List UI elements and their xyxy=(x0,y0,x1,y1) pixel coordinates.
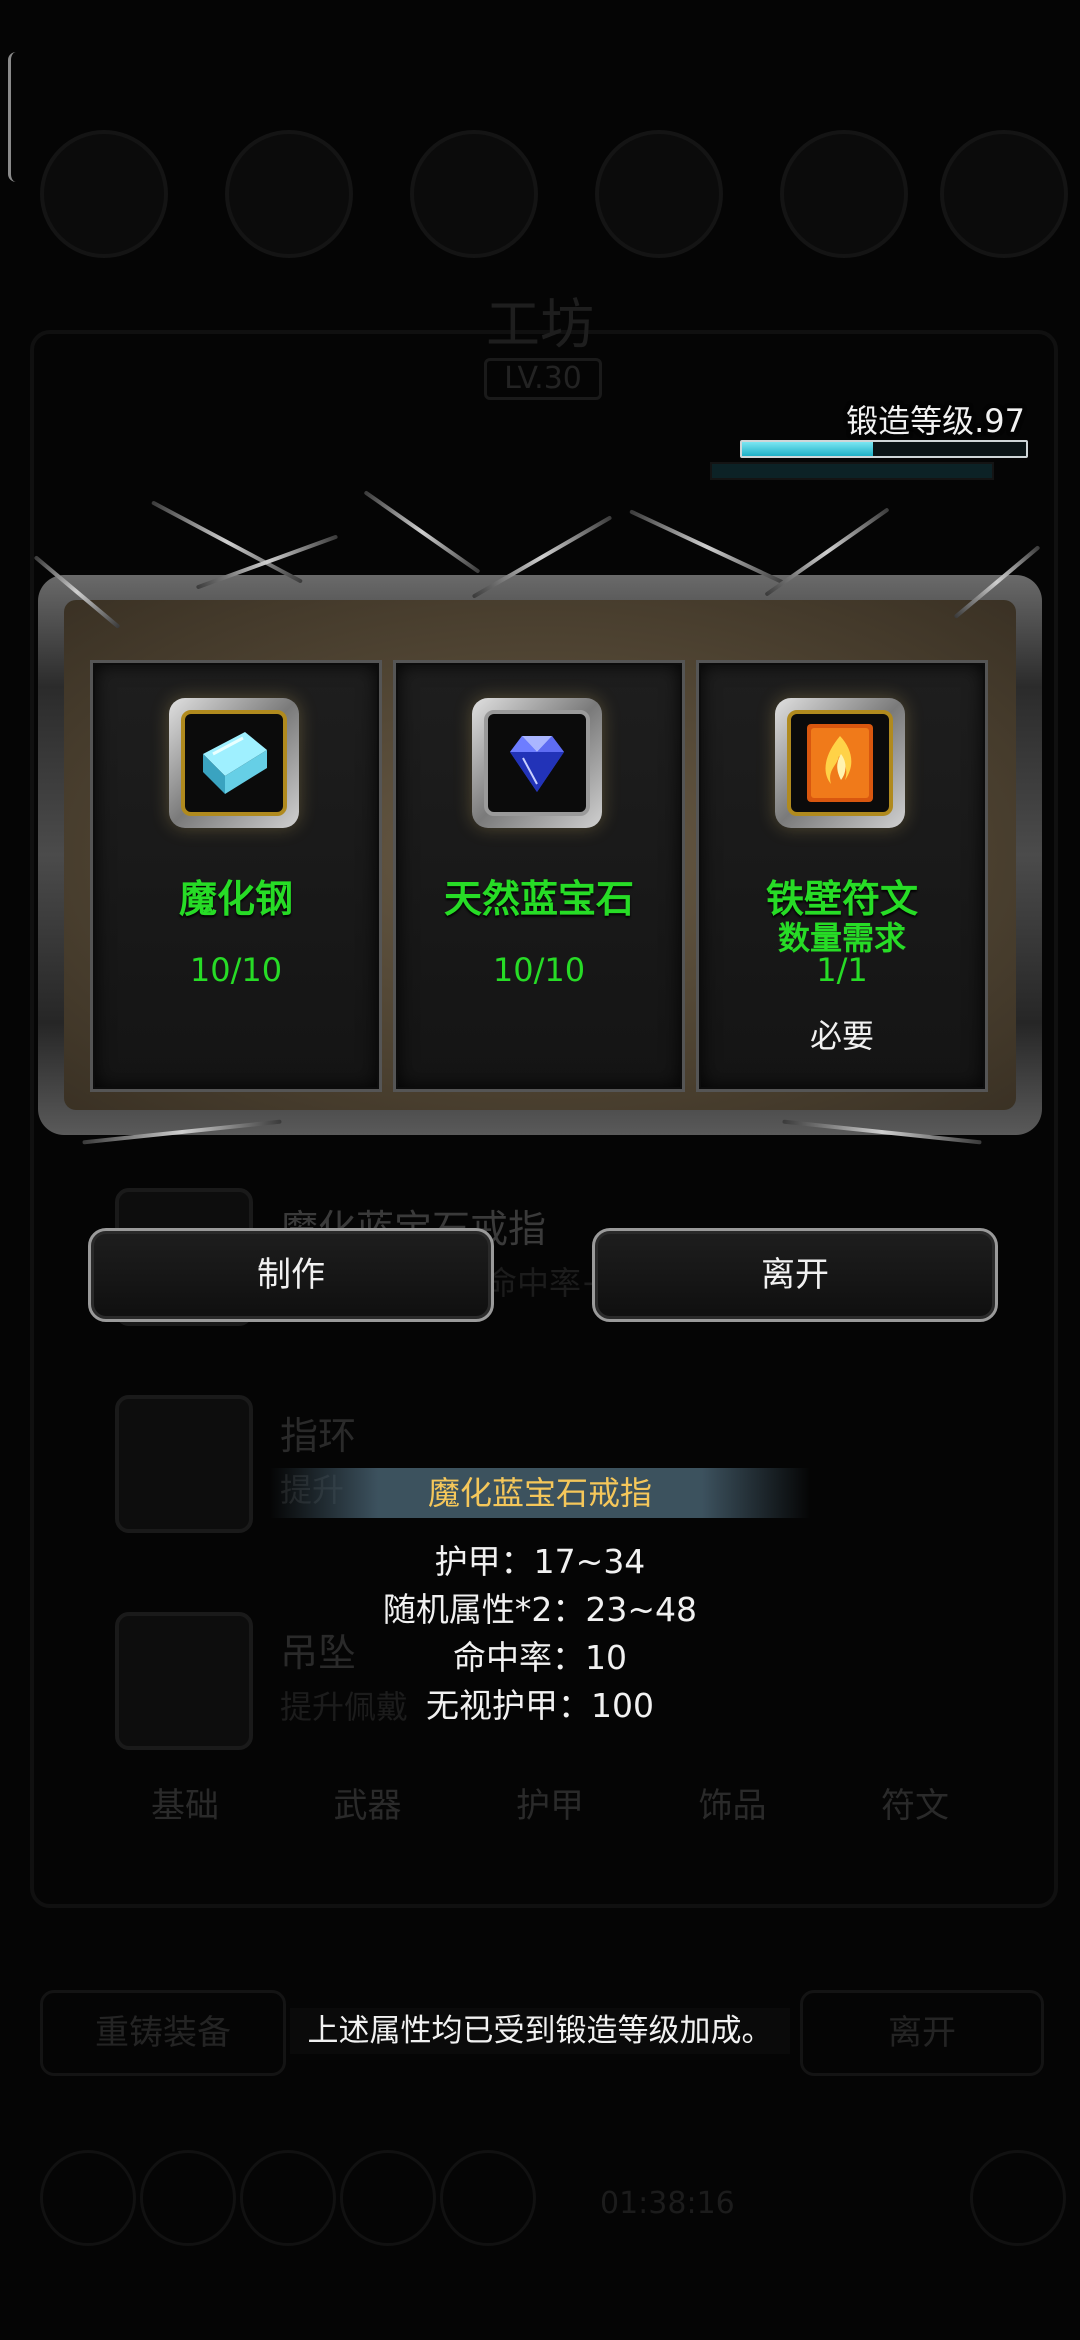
material-icon-frame xyxy=(472,698,602,828)
material-card[interactable]: 天然蓝宝石 10/10 xyxy=(393,660,685,1092)
material-name: 天然蓝宝石 xyxy=(443,877,634,921)
craft-button[interactable]: 制作 xyxy=(88,1228,494,1322)
background-title: 工坊 xyxy=(486,293,594,356)
background-timer: 01:38:16 xyxy=(600,2186,735,2221)
bg-circle-icon xyxy=(240,2150,336,2246)
material-count: 1/1 xyxy=(816,951,868,989)
material-icon-frame xyxy=(775,698,905,828)
forge-level-bar xyxy=(740,440,1028,458)
bg-tab-icon xyxy=(595,130,723,258)
tab-armor: 护甲 xyxy=(516,1786,584,1826)
leave-button[interactable]: 离开 xyxy=(592,1228,998,1322)
screen-edge-indicator xyxy=(8,52,19,182)
bg-circle-icon xyxy=(970,2150,1066,2246)
bg-tab-icon xyxy=(940,130,1068,258)
bg-tab-icon xyxy=(40,130,168,258)
craft-button-label: 制作 xyxy=(257,1255,325,1295)
forge-level-label: 锻造等级.97 xyxy=(846,402,1025,440)
tab-accessory: 饰品 xyxy=(698,1786,767,1826)
bg-circle-icon xyxy=(440,2150,536,2246)
material-card[interactable]: 铁壁符文 数量需求 1/1 必要 xyxy=(696,660,988,1092)
material-icon-frame xyxy=(169,698,299,828)
bg-tab-icon xyxy=(225,130,353,258)
steel-ingot-icon xyxy=(181,710,287,816)
fire-rune-icon xyxy=(787,710,893,816)
material-panel: 魔化钢 10/10 天然蓝宝石 10/10 铁壁符文 数量需求 1/1 必要 xyxy=(22,490,1058,1170)
item-title: 魔化蓝宝石戒指 xyxy=(427,1474,652,1512)
ring-thumbnail-icon xyxy=(115,1395,253,1533)
material-count: 10/10 xyxy=(492,951,586,989)
background-category-tabs: 基础 武器 护甲 饰品 符文 xyxy=(110,1778,990,1838)
item-stat: 护甲：17~34 xyxy=(434,1542,646,1581)
material-name: 魔化钢 xyxy=(178,877,293,921)
tab-basic: 基础 xyxy=(151,1786,219,1826)
item-stat: 命中率：10 xyxy=(453,1638,627,1677)
item-stat: 无视护甲：100 xyxy=(426,1686,654,1725)
item-stat: 随机属性*2：23~48 xyxy=(382,1590,698,1629)
background-bottom-bar xyxy=(20,2130,1066,2290)
background-level-badge: LV.30 xyxy=(484,358,602,400)
list-item-desc: 命中率+ xyxy=(485,1264,608,1302)
background-leave-button: 离开 xyxy=(800,1990,1044,2076)
material-card[interactable]: 魔化钢 10/10 xyxy=(90,660,382,1092)
bg-circle-icon xyxy=(140,2150,236,2246)
material-required-tag: 必要 xyxy=(809,1017,874,1055)
background-progress-bar xyxy=(710,462,994,480)
material-count: 10/10 xyxy=(189,951,283,989)
bg-tab-icon xyxy=(780,130,908,258)
forge-level-fill xyxy=(742,442,873,456)
tab-weapon: 武器 xyxy=(333,1786,402,1826)
leave-button-label: 离开 xyxy=(761,1255,829,1295)
list-item-name: 指环 xyxy=(280,1414,357,1458)
tab-rune: 符文 xyxy=(881,1786,949,1826)
forge-bonus-note: 上述属性均已受到锻造等级加成。 xyxy=(290,2008,790,2054)
thorn-ornament xyxy=(629,509,785,585)
background-top-icons xyxy=(40,130,1068,270)
bg-tab-icon xyxy=(410,130,538,258)
bg-circle-icon xyxy=(340,2150,436,2246)
bg-circle-icon xyxy=(40,2150,136,2246)
background-recast-button: 重铸装备 xyxy=(40,1990,286,2076)
sapphire-gem-icon xyxy=(484,710,590,816)
